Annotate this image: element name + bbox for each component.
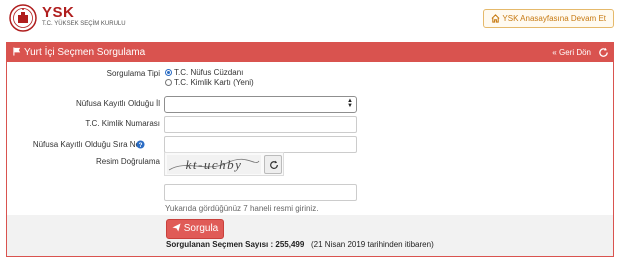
stats-since: (21 Nisan 2019 tarihinden itibaren)	[310, 240, 434, 249]
refresh-icon[interactable]	[598, 47, 609, 58]
query-type-label: Sorgulama Tipi	[106, 69, 160, 78]
refresh-icon	[270, 160, 278, 169]
radio-checked-icon	[165, 69, 172, 76]
ysk-logo[interactable]: YSK T.C. YÜKSEK SEÇİM KURULU	[8, 3, 148, 33]
home-button-label: YSK Anasayfasına Devam Et	[502, 14, 606, 23]
captcha-input[interactable]	[164, 184, 357, 201]
order-number-input[interactable]	[164, 136, 357, 153]
stats-label: Sorgulanan Seçmen Sayısı :	[166, 240, 274, 249]
captcha-refresh-button[interactable]	[264, 155, 282, 174]
send-icon	[172, 223, 181, 232]
back-label: Geri Dön	[558, 48, 591, 57]
radio-label: T.C. Nüfus Cüzdanı	[174, 68, 244, 77]
radio-nufus-cuzdani[interactable]: T.C. Nüfus Cüzdanı	[165, 68, 243, 77]
stats-count: 255,499	[275, 240, 305, 249]
home-button[interactable]: YSK Anasayfasına Devam Et	[483, 9, 614, 28]
radio-unchecked-icon	[165, 79, 172, 86]
submit-label: Sorgula	[183, 223, 219, 234]
radio-label: T.C. Kimlik Kartı (Yeni)	[174, 78, 254, 87]
back-button[interactable]: « Geri Dön	[552, 47, 591, 58]
captcha-label: Resim Doğrulama	[95, 157, 160, 166]
double-chevron-left-icon: «	[552, 48, 557, 57]
captcha-text: kt-uchby	[186, 157, 243, 172]
svg-text:?: ?	[139, 142, 143, 149]
tc-number-label: T.C. Kimlik Numarası	[85, 119, 160, 128]
province-label: Nüfusa Kayıtlı Olduğu İl	[75, 99, 160, 108]
logo-text: YSK	[42, 4, 75, 21]
captcha-hint: Yukarıda gördüğünüz 7 haneli resmi girin…	[165, 204, 319, 213]
panel-title-text: Yurt İçi Seçmen Sorgulama	[24, 47, 146, 58]
home-icon	[491, 14, 500, 23]
ysk-seal-icon	[9, 4, 37, 32]
form-footer	[6, 215, 614, 257]
captcha-image: kt-uchby	[167, 155, 261, 174]
top-bar: YSK T.C. YÜKSEK SEÇİM KURULU YSK Anasayf…	[0, 0, 620, 38]
panel-title: Yurt İçi Seçmen Sorgulama	[13, 46, 145, 59]
captcha-box: kt-uchby	[164, 152, 284, 176]
tc-number-input[interactable]	[164, 116, 357, 133]
radio-kimlik-karti[interactable]: T.C. Kimlik Kartı (Yeni)	[165, 78, 254, 87]
select-arrows-icon: ▲ ▼	[347, 98, 353, 109]
voter-query-stats: Sorgulanan Seçmen Sayısı : 255,499 (21 N…	[166, 240, 434, 249]
panel-header: Yurt İçi Seçmen Sorgulama « Geri Dön	[7, 43, 613, 62]
logo-subtitle: T.C. YÜKSEK SEÇİM KURULU	[42, 21, 126, 27]
submit-button[interactable]: Sorgula	[166, 219, 224, 239]
help-icon[interactable]: ?	[136, 140, 145, 149]
province-select[interactable]: ▲ ▼	[164, 96, 357, 113]
flag-icon	[13, 47, 21, 56]
order-number-label: Nüfusa Kayıtlı Olduğu Sıra No	[32, 140, 140, 149]
